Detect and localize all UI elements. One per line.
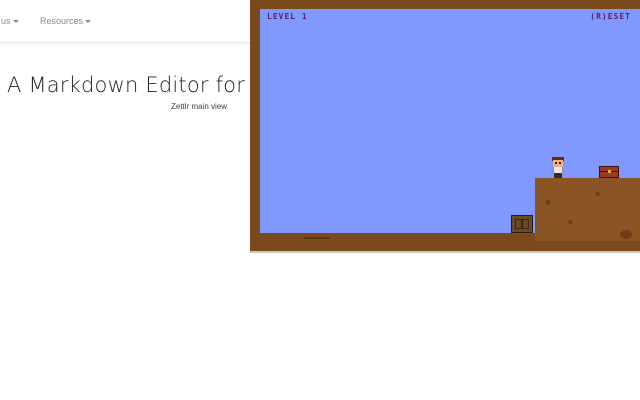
nav-resources-label: Resources [40, 16, 84, 26]
nav-about-dropdown[interactable]: t us [0, 16, 19, 26]
nav-resources-dropdown[interactable]: Resources [40, 16, 92, 26]
wooden-crate [511, 215, 533, 233]
hero-title: A Markdown Editor for th [7, 73, 274, 97]
nav-about-label: t us [0, 16, 11, 26]
treasure-chest [599, 166, 619, 178]
page: t us Resources A Markdown Editor for th … [0, 0, 640, 400]
dirt-spot [620, 230, 632, 239]
dirt-plateau [535, 178, 640, 241]
game-canvas[interactable]: LEVEL 1 (R)ESET [260, 9, 640, 241]
ground-shade [304, 237, 330, 239]
player-legs [554, 173, 562, 178]
player-sprite [551, 157, 565, 178]
dirt-spot [568, 220, 573, 224]
reset-button[interactable]: (R)ESET [590, 12, 631, 21]
hero-image-caption: Zettlr main view [171, 102, 228, 111]
level-indicator: LEVEL 1 [267, 12, 308, 21]
caret-down-icon [12, 20, 19, 24]
dirt-spot [545, 200, 551, 205]
caret-down-icon [85, 20, 92, 24]
player-eye [559, 162, 561, 164]
dirt-spot [595, 192, 600, 196]
player-eye [555, 162, 557, 164]
